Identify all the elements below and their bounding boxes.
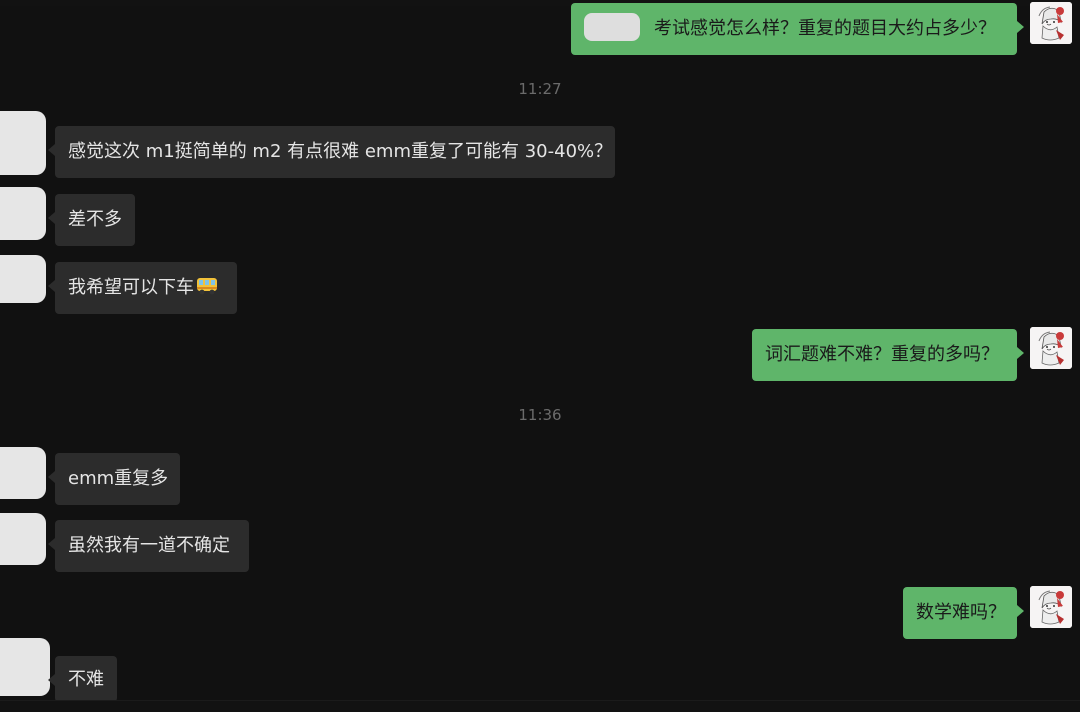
timestamp: 11:27 — [518, 80, 562, 98]
bubble-tail — [1017, 347, 1024, 359]
message-bubble-incoming[interactable]: 我希望可以下车 — [55, 262, 237, 314]
message-text: 数学难吗？ — [916, 602, 1006, 623]
message-text: 差不多 — [68, 209, 122, 230]
message-bubble-incoming[interactable]: 不难 — [55, 656, 117, 702]
bus-emoji-icon — [197, 278, 217, 295]
bottom-divider — [0, 700, 1080, 712]
user-avatar[interactable] — [1030, 586, 1072, 628]
chat-window: 考试感觉怎么样？重复的题目大约占多少？ 11:27 感觉这次 m1挺简单的 m2… — [0, 0, 1080, 712]
contact-avatar[interactable] — [0, 187, 46, 240]
message-bubble-incoming[interactable]: 差不多 — [55, 194, 135, 246]
contact-avatar[interactable] — [0, 638, 50, 696]
bubble-tail — [1017, 605, 1024, 617]
bubble-tail — [48, 212, 55, 224]
contact-avatar[interactable] — [0, 255, 46, 303]
message-text: 考试感觉怎么样？重复的题目大约占多少？ — [654, 18, 996, 39]
bubble-tail — [48, 538, 55, 550]
message-text: 不难 — [68, 669, 104, 690]
message-bubble-incoming[interactable]: emm重复多 — [55, 453, 180, 505]
bubble-tail — [48, 280, 55, 292]
anime-girl-avatar-icon — [1030, 2, 1072, 44]
user-avatar[interactable] — [1030, 327, 1072, 369]
anime-girl-avatar-icon — [1030, 327, 1072, 369]
message-bubble-outgoing[interactable]: 考试感觉怎么样？重复的题目大约占多少？ — [571, 3, 1017, 55]
anime-girl-avatar-icon — [1030, 586, 1072, 628]
message-text: 感觉这次 m1挺简单的 m2 有点很难 emm重复了可能有 30-40%？ — [68, 141, 613, 162]
bubble-tail — [48, 144, 55, 156]
timestamp: 11:36 — [518, 406, 562, 424]
contact-avatar[interactable] — [0, 447, 46, 499]
message-text: 我希望可以下车 — [68, 277, 194, 298]
redacted-block — [584, 13, 640, 41]
bubble-tail — [48, 674, 55, 686]
message-text: 词汇题难不难？重复的多吗？ — [765, 344, 999, 365]
message-text: 虽然我有一道不确定 — [68, 535, 230, 556]
message-bubble-outgoing[interactable]: 数学难吗？ — [903, 587, 1017, 639]
message-text: emm重复多 — [68, 468, 169, 489]
contact-avatar[interactable] — [0, 513, 46, 565]
message-bubble-outgoing[interactable]: 词汇题难不难？重复的多吗？ — [752, 329, 1017, 381]
user-avatar[interactable] — [1030, 2, 1072, 44]
message-bubble-incoming[interactable]: 虽然我有一道不确定 — [55, 520, 249, 572]
bubble-tail — [48, 471, 55, 483]
message-bubble-incoming[interactable]: 感觉这次 m1挺简单的 m2 有点很难 emm重复了可能有 30-40%？ — [55, 126, 615, 178]
contact-avatar[interactable] — [0, 111, 46, 175]
bubble-tail — [1017, 21, 1024, 33]
